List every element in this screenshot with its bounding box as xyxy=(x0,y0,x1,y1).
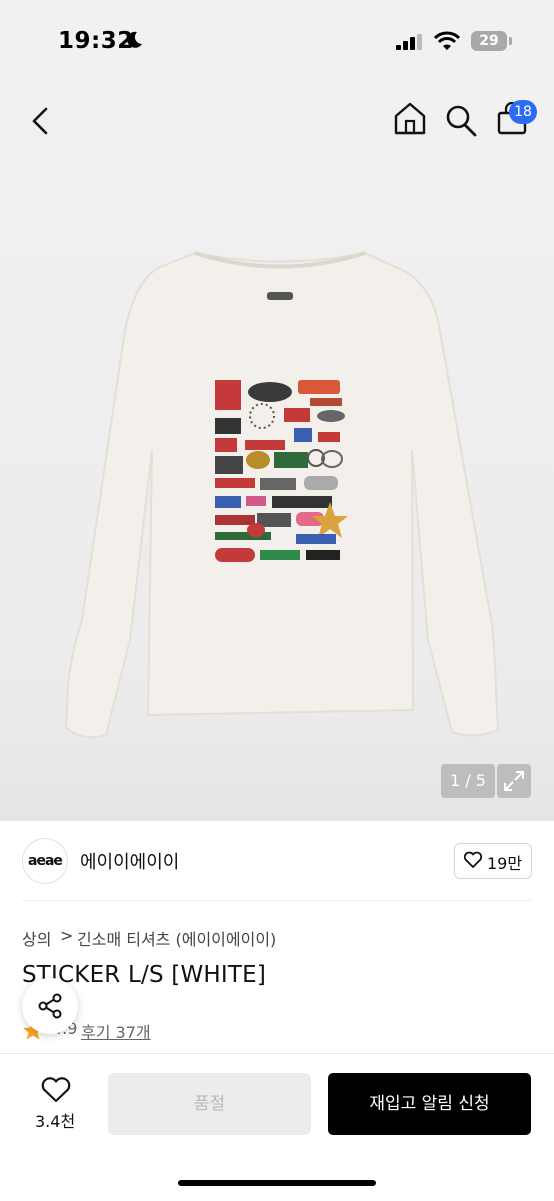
heart-icon xyxy=(463,851,483,868)
battery-indicator: 29 xyxy=(471,31,507,51)
home-icon[interactable] xyxy=(392,100,428,138)
moon-icon xyxy=(127,31,142,48)
image-counter: 1 / 5 xyxy=(441,764,495,798)
expand-icon[interactable] xyxy=(497,764,531,798)
restock-alert-button[interactable]: 재입고 알림 신청 xyxy=(328,1073,531,1135)
breadcrumb-category[interactable]: 상의 xyxy=(22,926,51,950)
wifi-icon xyxy=(434,31,460,50)
back-icon[interactable] xyxy=(24,104,56,138)
breadcrumb-subcategory[interactable]: 긴소매 티셔츠 (에이이에이이) xyxy=(77,926,276,950)
signal-icon xyxy=(396,34,422,50)
search-icon[interactable] xyxy=(443,100,479,138)
review-link[interactable]: 후기 37개 xyxy=(81,1019,151,1043)
soldout-button: 품절 xyxy=(108,1073,311,1135)
home-indicator xyxy=(178,1180,376,1186)
share-icon xyxy=(38,993,62,1019)
divider xyxy=(22,900,532,901)
battery-tip xyxy=(509,37,512,45)
wish-count: 3.4천 xyxy=(35,1112,76,1131)
product-photo xyxy=(64,251,500,739)
brand-like-count: 19만 xyxy=(487,854,523,873)
breadcrumb-separator: > xyxy=(60,926,74,945)
cart-count-badge: 18 xyxy=(509,100,537,124)
brand-logo[interactable]: aeae xyxy=(22,838,68,884)
heart-icon[interactable] xyxy=(40,1076,72,1104)
status-time: 19:32 xyxy=(58,28,134,54)
brand-name[interactable]: 에이이에이이 xyxy=(80,848,179,874)
